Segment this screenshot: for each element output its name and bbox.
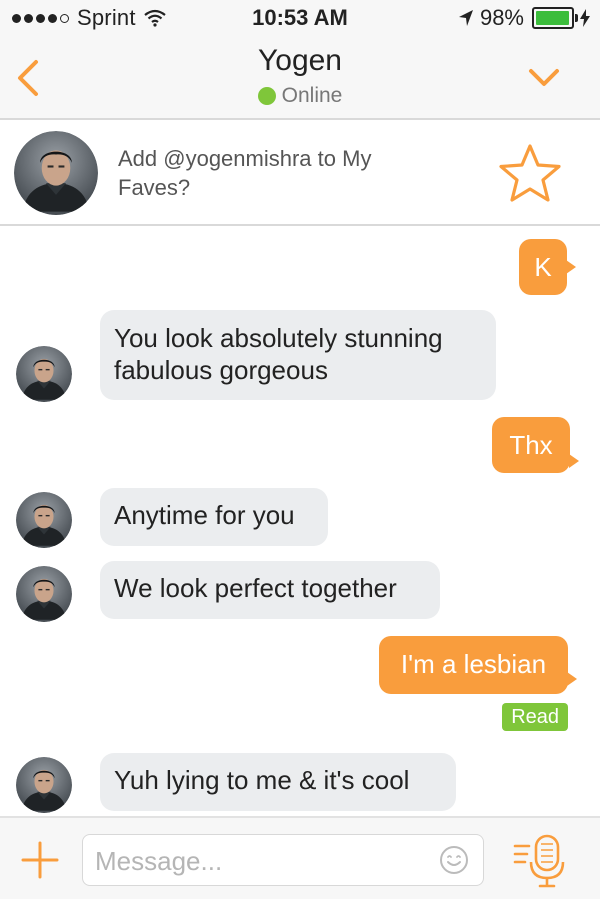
add-to-faves-prompt: Add @yogenmishra to My Faves?: [118, 146, 372, 200]
online-status: Online: [0, 84, 600, 108]
star-icon[interactable]: [497, 142, 563, 204]
message-field[interactable]: [82, 834, 484, 886]
incoming-message-bubble[interactable]: Anytime for you: [100, 488, 328, 546]
status-bar: Sprint 10:53 AM 98%: [0, 0, 600, 36]
avatar[interactable]: [16, 346, 72, 402]
location-arrow-icon: [458, 10, 473, 26]
chevron-down-icon[interactable]: [526, 62, 562, 92]
incoming-message-bubble[interactable]: You look absolutely stunning fabulous go…: [100, 310, 496, 400]
message-text: Thx: [509, 430, 553, 460]
chat-header: Yogen Online: [0, 36, 600, 118]
battery-percent: 98%: [479, 5, 524, 30]
avatar[interactable]: [16, 757, 72, 813]
incoming-message-bubble[interactable]: We look perfect together: [100, 561, 440, 619]
message-text: Yuh lying to me & it's cool: [114, 765, 410, 795]
outgoing-message-bubble[interactable]: K: [519, 239, 567, 295]
avatar[interactable]: [14, 131, 98, 215]
outgoing-message-bubble[interactable]: I'm a lesbian: [379, 636, 568, 694]
compose-bar: [0, 816, 600, 899]
contact-name: Yogen: [258, 44, 342, 77]
bubble-tail: [569, 454, 579, 468]
read-receipt-badge: Read: [502, 703, 568, 731]
incoming-message-bubble[interactable]: Yuh lying to me & it's cool: [100, 753, 456, 811]
message-text: K: [534, 252, 552, 282]
online-dot-icon: [257, 87, 276, 105]
outgoing-message-bubble[interactable]: Thx: [492, 417, 570, 473]
message-text: Anytime for you: [114, 500, 295, 530]
plus-icon[interactable]: [20, 840, 60, 880]
avatar[interactable]: [16, 492, 72, 548]
battery-icon: [532, 7, 578, 29]
avatar[interactable]: [16, 566, 72, 622]
online-status-label: Online: [281, 84, 343, 107]
message-list[interactable]: K You look absolutely stunning fabulous …: [0, 226, 600, 816]
message-text: I'm a lesbian: [400, 649, 547, 679]
message-text: We look perfect together: [114, 573, 397, 603]
microphone-icon[interactable]: [512, 832, 568, 890]
message-text: You look absolutely stunning: [114, 323, 443, 353]
status-right: 98%: [458, 5, 590, 30]
message-text: fabulous gorgeous: [114, 355, 328, 385]
smiley-icon[interactable]: [439, 845, 469, 875]
message-input[interactable]: [93, 841, 417, 881]
charging-bolt-icon: [580, 9, 590, 27]
bubble-tail: [566, 260, 576, 274]
add-to-faves-bar: Add @yogenmishra to My Faves?: [0, 118, 600, 226]
bubble-tail: [567, 672, 577, 686]
